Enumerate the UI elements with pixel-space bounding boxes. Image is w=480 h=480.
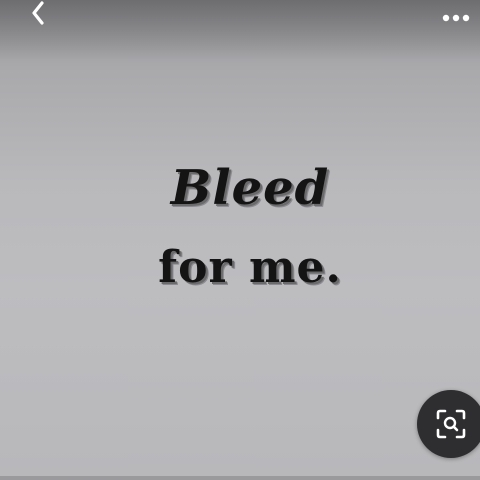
chevron-left-icon [32,1,44,25]
pin-text-line-2: for me. [158,242,342,293]
pin-closeup-screen: Bleed for me. [0,0,480,480]
pin-image-text: Bleed for me. [120,150,380,310]
bottom-edge [0,476,480,480]
visual-search-button[interactable] [417,390,480,458]
more-options-button[interactable] [438,6,474,30]
visual-search-icon [436,409,466,439]
back-button[interactable] [22,0,54,26]
top-gradient-overlay [0,0,480,60]
pin-text-line-1: Bleed [170,160,330,216]
more-horizontal-icon [442,14,470,22]
